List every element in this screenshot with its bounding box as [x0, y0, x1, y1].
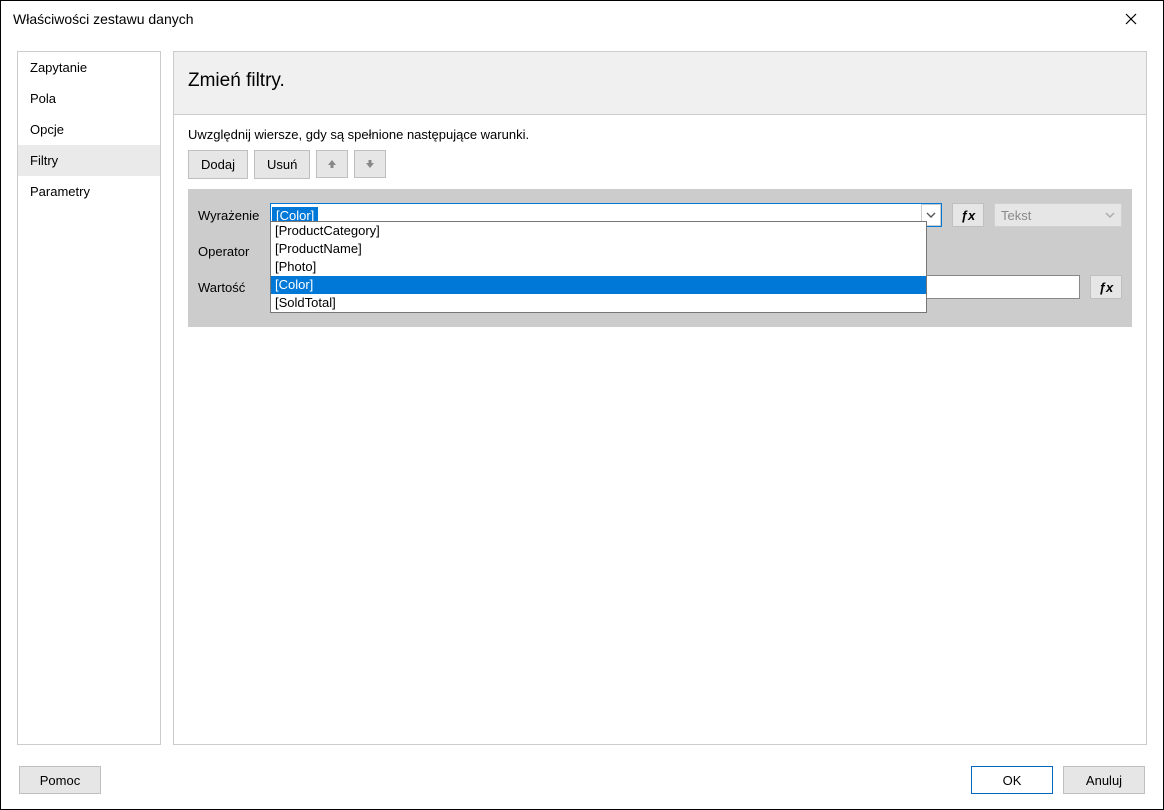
dropdown-option[interactable]: [SoldTotal]: [271, 294, 926, 312]
dialog-window: Właściwości zestawu danych Zapytanie Pol…: [0, 0, 1164, 810]
expression-fx-button[interactable]: ƒx: [952, 203, 984, 227]
filter-form: Wyrażenie [Color] ƒx Tekst: [188, 189, 1132, 327]
dropdown-option[interactable]: [ProductName]: [271, 240, 926, 258]
dialog-body: Zapytanie Pola Opcje Filtry Parametry Zm…: [1, 37, 1163, 757]
title-bar: Właściwości zestawu danych: [1, 1, 1163, 37]
dialog-footer: Pomoc OK Anuluj: [1, 757, 1163, 809]
sidebar-item-fields[interactable]: Pola: [18, 83, 160, 114]
sidebar-item-parameters[interactable]: Parametry: [18, 176, 160, 207]
sidebar-item-filters[interactable]: Filtry: [18, 145, 160, 176]
page-heading: Zmień filtry.: [174, 52, 1146, 115]
value-label: Wartość: [198, 280, 260, 295]
chevron-down-icon: [1105, 208, 1115, 223]
add-button[interactable]: Dodaj: [188, 150, 248, 179]
sidebar: Zapytanie Pola Opcje Filtry Parametry: [17, 51, 161, 745]
type-combo: Tekst: [994, 203, 1122, 227]
expression-label: Wyrażenie: [198, 208, 260, 223]
move-up-button[interactable]: [316, 150, 348, 178]
type-text: Tekst: [1001, 208, 1031, 223]
section-description: Uwzględnij wiersze, gdy są spełnione nas…: [174, 115, 1146, 150]
remove-button[interactable]: Usuń: [254, 150, 310, 179]
window-title: Właściwości zestawu danych: [13, 11, 1111, 27]
dropdown-option[interactable]: [Photo]: [271, 258, 926, 276]
dropdown-option[interactable]: [ProductCategory]: [271, 222, 926, 240]
move-down-button[interactable]: [354, 150, 386, 178]
content-panel: Zmień filtry. Uwzględnij wiersze, gdy są…: [173, 51, 1147, 745]
value-fx-button[interactable]: ƒx: [1090, 275, 1122, 299]
close-button[interactable]: [1111, 1, 1151, 37]
cancel-button[interactable]: Anuluj: [1063, 766, 1145, 794]
sidebar-item-options[interactable]: Opcje: [18, 114, 160, 145]
help-button[interactable]: Pomoc: [19, 766, 101, 794]
dropdown-option[interactable]: [Color]: [271, 276, 926, 294]
operator-label: Operator: [198, 244, 260, 259]
filter-toolbar: Dodaj Usuń: [174, 150, 1146, 189]
expression-dropdown[interactable]: [ProductCategory] [ProductName] [Photo] …: [270, 221, 927, 313]
sidebar-item-query[interactable]: Zapytanie: [18, 52, 160, 83]
ok-button[interactable]: OK: [971, 766, 1053, 794]
